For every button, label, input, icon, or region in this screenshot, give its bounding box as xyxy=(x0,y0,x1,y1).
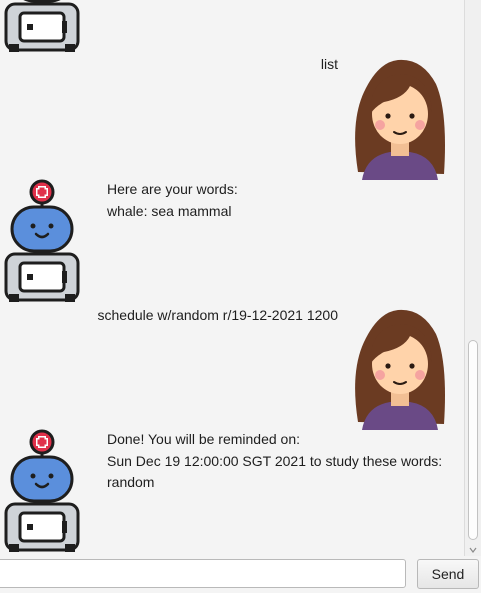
chat-scroll-pane[interactable]: list Here are your words: whale: sea mam… xyxy=(0,0,464,556)
bot-message-text: Done! You will be reminded on: Sun Dec 1… xyxy=(107,431,443,490)
robot-avatar-icon xyxy=(4,429,80,554)
send-button[interactable]: Send xyxy=(417,559,479,589)
message-input[interactable] xyxy=(0,559,406,588)
robot-avatar-icon xyxy=(4,0,80,54)
scroll-down-icon[interactable] xyxy=(469,546,477,554)
bot-message-text: Here are your words: whale: sea mammal xyxy=(107,181,238,219)
user-message-text: schedule w/random r/19-12-2021 1200 xyxy=(97,307,339,323)
input-bar: Send xyxy=(0,556,481,593)
vertical-scrollbar[interactable] xyxy=(464,0,481,556)
scrollbar-thumb[interactable] xyxy=(468,340,478,540)
robot-avatar-icon xyxy=(4,179,80,304)
user-message-text: list xyxy=(320,56,338,72)
girl-avatar-icon xyxy=(354,58,446,180)
girl-avatar-icon xyxy=(354,308,446,430)
